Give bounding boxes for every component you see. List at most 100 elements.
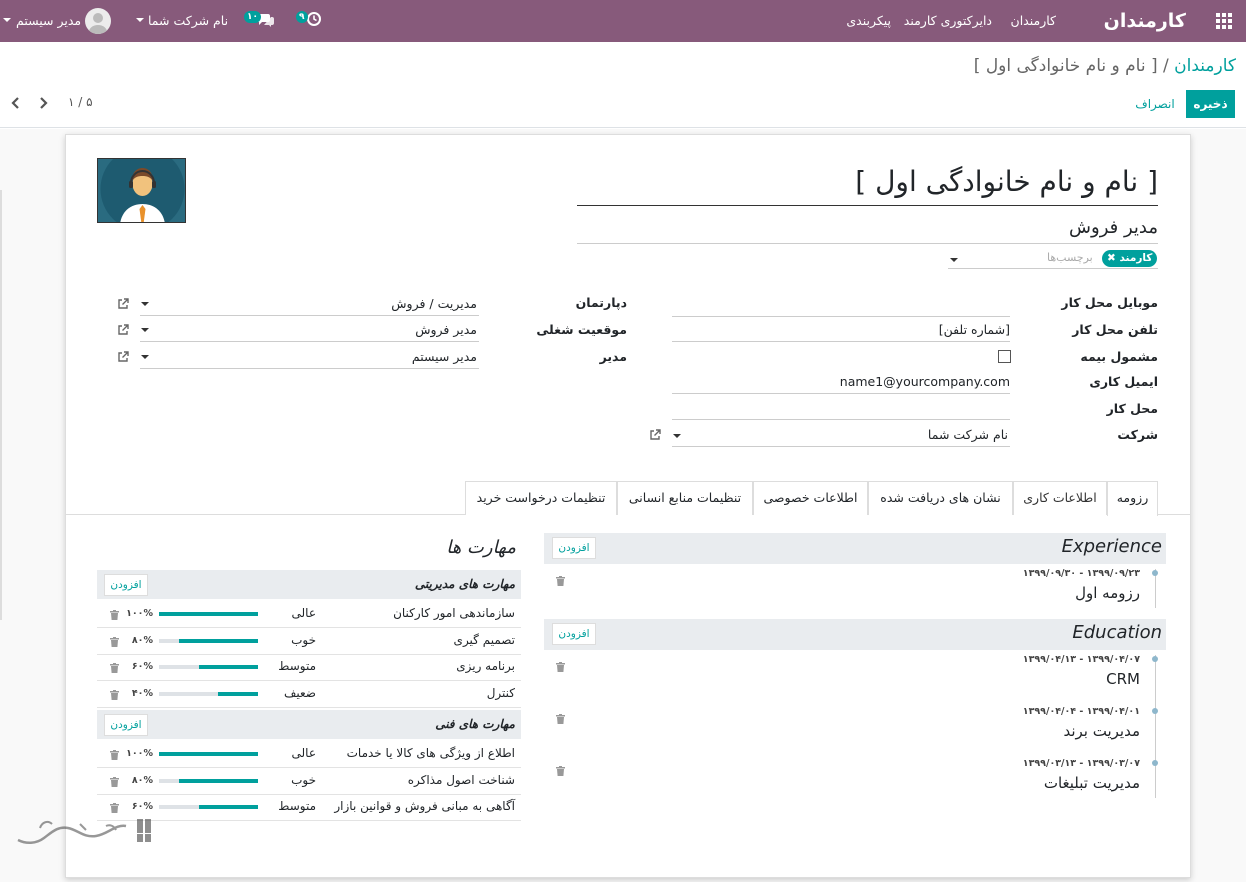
job-external-link-icon[interactable] <box>117 324 129 336</box>
skill-trash-icon[interactable] <box>110 749 119 760</box>
skill-level: متوسط <box>278 799 316 813</box>
pager-value[interactable]: ۱ / ۵ <box>68 95 93 109</box>
pager-prev-icon[interactable] <box>11 97 21 109</box>
manager-value: مدیر سیستم <box>411 349 477 364</box>
resume-item-trash-icon[interactable] <box>556 661 565 672</box>
skill-percent: ۱۰۰% <box>126 608 153 619</box>
skill-group-title: مهارت های فنی <box>435 717 515 731</box>
skill-trash-icon[interactable] <box>110 662 119 673</box>
tags-field[interactable]: برچسب‌ها کارمند ✖ <box>948 249 1158 269</box>
watermark-logo <box>10 810 170 860</box>
resume-item-dates: ۱۳۹۹/۰۹/۲۳ - ۱۳۹۹/۰۹/۳۰ <box>1022 568 1140 579</box>
tag-label: کارمند <box>1119 252 1153 264</box>
discard-button[interactable]: انصراف <box>1128 90 1182 118</box>
manager-field[interactable]: مدیر سیستم <box>140 347 479 369</box>
skill-level: عالی <box>291 746 316 760</box>
location-label: محل کار <box>1106 401 1158 416</box>
employee-photo[interactable] <box>97 158 186 223</box>
apps-menu-icon[interactable] <box>1216 13 1232 29</box>
resume-timeline-line <box>1155 655 1156 798</box>
skill-progress-bar <box>159 638 258 643</box>
app-title[interactable]: کارمندان <box>1104 0 1186 42</box>
resume-item-name[interactable]: مدیریت تبلیغات <box>900 774 1140 792</box>
company-field[interactable]: نام شرکت شما <box>672 425 1010 447</box>
skill-level: خوب <box>291 632 316 647</box>
email-field[interactable]: name1@yourcompany.com <box>672 372 1010 394</box>
tab-private-info[interactable]: اطلاعات خصوصی <box>753 481 868 515</box>
skill-trash-icon[interactable] <box>110 609 119 620</box>
company-caret-icon <box>673 434 681 438</box>
resume-item-name[interactable]: رزومه اول <box>900 584 1140 602</box>
skill-group-title: مهارت های مدیریتی <box>414 577 515 591</box>
skill-name: اطلاع از ویژگی های کالا یا خدمات <box>346 746 515 760</box>
tab-purchase-settings[interactable]: تنظیمات درخواست خرید <box>465 481 617 515</box>
user-caret-icon <box>3 18 11 22</box>
resume-item-name[interactable]: CRM <box>900 670 1140 688</box>
resume-item-trash-icon[interactable] <box>556 765 565 776</box>
department-field[interactable]: مدیریت / فروش <box>140 294 479 316</box>
skill-progress-fill <box>198 805 258 809</box>
skill-percent: ۴۰% <box>131 687 153 699</box>
skill-progress-bar <box>159 691 258 696</box>
activities-button[interactable]: ۹ <box>296 11 324 31</box>
skill-trash-icon[interactable] <box>110 636 119 647</box>
resume-item-name[interactable]: مدیریت برند <box>900 722 1140 740</box>
resume-item-dates: ۱۳۹۹/۰۴/۰۱ - ۱۳۹۹/۰۴/۰۴ <box>1022 706 1140 717</box>
skill-level: خوب <box>291 772 316 787</box>
user-name: مدیر سیستم <box>16 13 82 28</box>
company-external-link-icon[interactable] <box>649 429 661 441</box>
tag-remove-icon[interactable]: ✖ <box>1107 252 1116 264</box>
tag-badge[interactable]: کارمند ✖ <box>1102 250 1158 267</box>
save-button[interactable]: ذخیره <box>1186 90 1235 118</box>
location-field[interactable] <box>672 398 1010 420</box>
tab-hr-settings[interactable]: تنظیمات منابع انسانی <box>617 481 753 515</box>
tab-work-info[interactable]: اطلاعات کاری <box>1013 481 1107 515</box>
manager-caret-icon <box>141 355 149 359</box>
skill-progress-fill <box>178 778 258 783</box>
skill-add-button[interactable]: افزودن <box>104 574 148 596</box>
phone-field[interactable]: [شماره تلفن] <box>672 320 1010 342</box>
menu-config[interactable]: پیکربندی <box>846 0 891 42</box>
resume-item-dates: ۱۳۹۹/۰۳/۰۷ - ۱۳۹۹/۰۳/۱۳ <box>1022 758 1140 769</box>
breadcrumb-parent[interactable]: کارمندان <box>1174 56 1236 76</box>
user-menu[interactable]: مدیر سیستم <box>3 0 115 42</box>
skill-progress-fill <box>159 612 258 616</box>
tab-resume[interactable]: رزومه <box>1107 481 1158 516</box>
insurance-label: مشمول بیمه <box>1080 349 1158 364</box>
job-title-field[interactable]: مدیر فروش <box>577 214 1158 244</box>
tags-caret-icon <box>950 258 958 262</box>
skill-level: عالی <box>291 606 316 620</box>
company-switcher[interactable]: نام شرکت شما <box>136 0 228 42</box>
skill-add-button[interactable]: افزودن <box>104 714 148 736</box>
job-caret-icon <box>141 328 149 332</box>
employee-name-field[interactable]: [ نام و نام خانوادگی اول ] <box>577 160 1158 206</box>
tags-placeholder: برچسب‌ها <box>1047 251 1093 264</box>
tab-badges[interactable]: نشان های دریافت شده <box>868 481 1013 515</box>
pager-next-icon[interactable] <box>38 97 48 109</box>
resume-add-button[interactable]: افزودن <box>552 537 596 559</box>
job-position-field[interactable]: مدیر فروش <box>140 320 479 342</box>
menu-directory[interactable]: دایرکتوری کارمند <box>904 0 992 42</box>
department-external-link-icon[interactable] <box>117 298 129 310</box>
resume-section-title: Experience <box>1061 536 1162 557</box>
skill-name: آگاهی به مبانی فروش و قوانین بازار <box>334 799 515 813</box>
manager-external-link-icon[interactable] <box>117 351 129 363</box>
messages-button[interactable]: ۱۰ <box>244 11 276 31</box>
activities-badge: ۹ <box>296 11 308 23</box>
skill-progress-bar <box>159 805 258 809</box>
skill-trash-icon[interactable] <box>110 689 119 700</box>
resume-add-button[interactable]: افزودن <box>552 623 596 645</box>
insurance-checkbox[interactable] <box>998 350 1011 363</box>
skill-name: برنامه ریزی <box>456 659 515 673</box>
company-label: شرکت <box>1117 427 1158 442</box>
mobile-field[interactable] <box>672 295 1010 317</box>
email-label: ایمیل کاری <box>1089 374 1158 389</box>
resume-timeline-dot <box>1152 708 1158 714</box>
left-panel-edge <box>0 190 2 620</box>
skill-trash-icon[interactable] <box>110 776 119 787</box>
skill-progress-bar <box>159 612 258 616</box>
job-position-value: مدیر فروش <box>415 322 477 337</box>
menu-employees[interactable]: کارمندان <box>1011 0 1056 42</box>
resume-item-trash-icon[interactable] <box>556 713 565 724</box>
resume-item-trash-icon[interactable] <box>556 575 565 586</box>
